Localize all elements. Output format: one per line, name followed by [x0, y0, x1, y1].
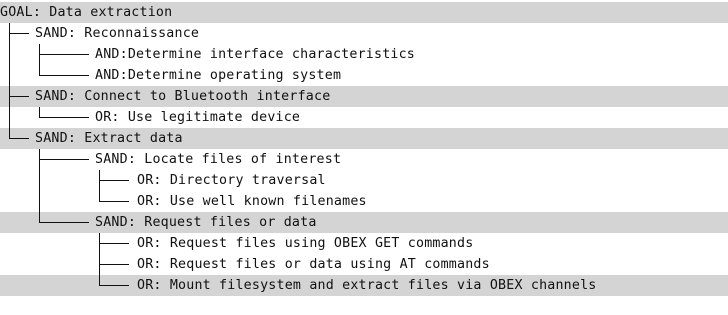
- tree-node: OR: Directory traversal: [0, 170, 728, 191]
- tree-guide-line: [9, 107, 10, 128]
- tree-node: OR: Request files using OBEX GET command…: [0, 233, 728, 254]
- tree-node-label: AND:Determine interface characteristics: [95, 47, 416, 62]
- tree-node: OR: Use well known filenames: [0, 191, 728, 212]
- tree-node-label: OR: Use well known filenames: [137, 194, 367, 209]
- tree-node-label: AND:Determine operating system: [95, 68, 342, 83]
- tree-branch-line: [99, 180, 129, 181]
- tree-branch-line: [9, 33, 29, 34]
- tree-branch-line: [9, 138, 29, 139]
- tree-node-label: OR: Mount filesystem and extract files v…: [137, 278, 597, 293]
- tree-node: SAND: Connect to Bluetooth interface: [0, 86, 728, 107]
- tree-node-label: SAND: Locate files of interest: [95, 152, 342, 167]
- tree-node: SAND: Reconnaissance: [0, 23, 728, 44]
- tree-guide-line: [9, 44, 10, 65]
- tree-node: SAND: Locate files of interest: [0, 149, 728, 170]
- tree-node-label: OR: Request files or data using AT comma…: [137, 257, 490, 272]
- tree-node: OR: Request files or data using AT comma…: [0, 254, 728, 275]
- tree-node: SAND: Extract data: [0, 128, 728, 149]
- tree-node-label: SAND: Reconnaissance: [35, 26, 200, 41]
- tree-node-label: GOAL: Data extraction: [0, 5, 173, 20]
- tree-node: GOAL: Data extraction: [0, 2, 728, 23]
- tree-branch-line: [99, 285, 129, 286]
- tree-node-label: OR: Use legitimate device: [95, 110, 301, 125]
- tree-node-label: SAND: Request files or data: [95, 215, 317, 230]
- tree-branch-line: [99, 264, 129, 265]
- tree-branch-line: [39, 75, 89, 76]
- tree-branch-line: [9, 96, 29, 97]
- tree-node: OR: Use legitimate device: [0, 107, 728, 128]
- tree-guide-line: [39, 170, 40, 191]
- tree-node: SAND: Request files or data: [0, 212, 728, 233]
- tree-node: AND:Determine operating system: [0, 65, 728, 86]
- attack-tree: GOAL: Data extraction SAND: Reconnaissanc…: [0, 2, 728, 296]
- tree-branch-line: [39, 222, 89, 223]
- tree-guide-line: [39, 191, 40, 212]
- tree-node: OR: Mount filesystem and extract files v…: [0, 275, 728, 296]
- tree-node-label: SAND: Connect to Bluetooth interface: [35, 89, 331, 104]
- tree-branch-line: [99, 243, 129, 244]
- tree-node-label: OR: Request files using OBEX GET command…: [137, 236, 474, 251]
- tree-node-label: SAND: Extract data: [35, 131, 183, 146]
- tree-node-label: OR: Directory traversal: [137, 173, 326, 188]
- tree-branch-line: [39, 117, 89, 118]
- tree-branch-line: [39, 54, 89, 55]
- tree-guide-line: [9, 65, 10, 86]
- tree-node: AND:Determine interface characteristics: [0, 44, 728, 65]
- tree-branch-line: [99, 201, 129, 202]
- tree-branch-line: [39, 159, 89, 160]
